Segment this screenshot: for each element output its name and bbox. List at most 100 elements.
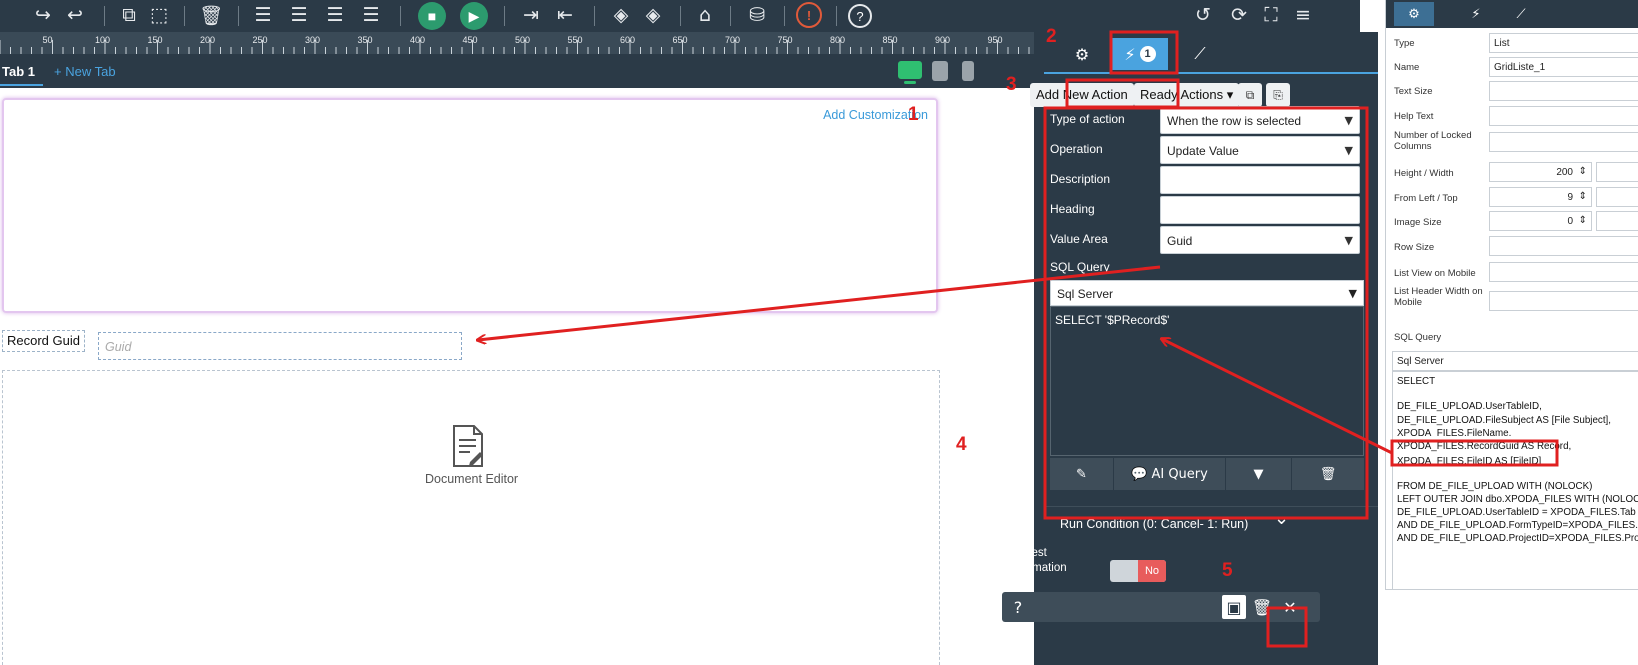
inset-list-view-mobile-label: List View on Mobile <box>1394 268 1476 279</box>
ready-actions-dropdown[interactable]: Ready Actions ▾ <box>1134 83 1240 107</box>
edit-pencil-icon[interactable]: ✎ <box>1050 458 1114 490</box>
chevron-down-icon[interactable]: ⌄ <box>1274 508 1289 529</box>
request-confirmation-toggle[interactable]: No <box>1110 560 1166 582</box>
inset-gear-icon: ⚙ <box>1394 2 1434 26</box>
actions-tab-lightning-icon[interactable]: ⚡ 1 <box>1112 38 1168 70</box>
inset-type-label: Type <box>1394 38 1415 49</box>
ruler-label: 700 <box>725 35 740 45</box>
heading-input[interactable] <box>1160 196 1360 224</box>
annotation-number-1: 1 <box>908 104 919 125</box>
ruler-label: 50 <box>43 35 53 45</box>
inset-sql-engine: Sql Server <box>1392 351 1638 371</box>
delete-query-icon[interactable]: 🗑 <box>1292 458 1364 490</box>
mobile-view-icon[interactable] <box>962 61 974 81</box>
copy-icon[interactable]: ⧉ <box>116 2 142 28</box>
paste-icon[interactable]: ⬚ <box>146 2 172 28</box>
tablet-view-icon[interactable] <box>932 61 948 81</box>
inset-sql-line: DE_FILE_UPLOAD.UserTableID, <box>1397 401 1542 412</box>
inset-image-size-label: Image Size <box>1394 217 1442 228</box>
operation-row: Operation Update Value <box>1046 136 1360 166</box>
sql-query-editor[interactable]: SELECT '$PRecord$' <box>1050 306 1364 456</box>
align-center-icon[interactable]: ☰ <box>286 2 312 28</box>
value-area-select[interactable]: Guid <box>1160 226 1360 254</box>
inset-image-size-value: 0 <box>1489 211 1592 231</box>
ruler-label: 750 <box>778 35 793 45</box>
inset-sql-line: AND DE_FILE_UPLOAD.ProjectID=XPODA_FILES… <box>1397 533 1638 544</box>
toolbar-separator <box>184 6 185 26</box>
menu-icon[interactable]: ≡ <box>1290 2 1316 28</box>
close-icon[interactable]: ✕ <box>1278 595 1302 619</box>
run-icon[interactable]: ▶ <box>460 2 488 30</box>
grid-list-component[interactable]: Add Customization <box>2 98 938 313</box>
description-row: Description <box>1046 166 1360 196</box>
design-canvas: Add Customization 1 Record Guid Guid Doc… <box>0 88 1040 665</box>
fullscreen-icon[interactable]: ⛶ <box>1258 2 1284 28</box>
inset-image-size-2-value <box>1596 211 1638 231</box>
style-tab-brush-icon[interactable]: ⟋ <box>1182 38 1218 70</box>
ruler-label: 850 <box>883 35 898 45</box>
move-right-icon[interactable]: ⇥ <box>518 2 544 28</box>
inset-sql-text: SELECT DE_FILE_UPLOAD.UserTableID, DE_FI… <box>1392 371 1638 589</box>
eraser-icon[interactable]: ⌂ <box>692 2 718 28</box>
ruler-label: 150 <box>148 35 163 45</box>
new-tab-link[interactable]: + New Tab <box>54 60 116 84</box>
toolbar-separator <box>680 6 681 26</box>
toolbar-separator <box>730 6 731 26</box>
help-icon[interactable]: ? <box>848 4 872 28</box>
filter-icon[interactable]: ▼ <box>1226 458 1292 490</box>
help-question-icon[interactable]: ? <box>1006 595 1030 619</box>
ai-query-button[interactable]: 💬 AI Query <box>1114 458 1226 490</box>
align-justify-icon[interactable]: ☰ <box>358 2 384 28</box>
horizontal-ruler: 50 100 150 200 250 300 350 400 450 500 550 600 650 70… <box>0 32 1040 54</box>
ruler-label: 100 <box>95 35 110 45</box>
type-of-action-select[interactable]: When the row is selected <box>1160 106 1360 134</box>
layers-down-icon[interactable]: ◈ <box>640 2 666 28</box>
paste-action-icon[interactable]: ⎘ <box>1266 83 1290 107</box>
redo-icon[interactable]: ↪ <box>30 2 56 28</box>
description-input[interactable] <box>1160 166 1360 194</box>
document-editor-component[interactable] <box>2 370 940 665</box>
save-icon[interactable]: ■ <box>418 2 446 30</box>
panel-tabs: ⚙ ⚡ 1 ⟋ <box>1044 32 1378 74</box>
delete-icon[interactable]: 🗑 <box>198 2 224 28</box>
align-right-icon[interactable]: ☰ <box>322 2 348 28</box>
refresh-icon[interactable]: ⟳ <box>1226 2 1252 28</box>
copy-action-icon[interactable]: ⧉ <box>1238 83 1262 107</box>
run-condition-section[interactable]: Run Condition (0: Cancel- 1: Run) <box>1044 506 1378 540</box>
action-bottom-bar: ? ▣ 🗑 ✕ <box>1002 592 1320 622</box>
desktop-view-icon[interactable] <box>898 61 922 79</box>
move-left-icon[interactable]: ⇤ <box>552 2 578 28</box>
toolbar-separator <box>784 6 785 26</box>
tab-1[interactable]: Tab 1 <box>0 60 43 86</box>
inset-locked-columns-label: Number of Locked Columns <box>1394 130 1472 152</box>
align-left-icon[interactable]: ☰ <box>250 2 276 28</box>
settings-tab-gear-icon[interactable]: ⚙ <box>1064 38 1100 70</box>
history-icon[interactable]: ↺ <box>1190 2 1216 28</box>
inset-name-label: Name <box>1394 62 1420 73</box>
inset-sql-line: AND DE_FILE_UPLOAD.FormTypeID=XPODA_FILE… <box>1397 520 1638 531</box>
ruler-label: 350 <box>358 35 373 45</box>
inset-help-text-value <box>1489 106 1638 126</box>
info-icon[interactable]: ! <box>796 2 822 28</box>
database-icon[interactable]: ⛁ <box>744 2 770 28</box>
inset-height-value: 200 <box>1489 162 1592 182</box>
inset-sql-query-label: SQL Query <box>1394 332 1442 343</box>
delete-action-icon[interactable]: 🗑 <box>1250 595 1274 619</box>
layers-up-icon[interactable]: ◈ <box>608 2 634 28</box>
undo-icon[interactable]: ↩ <box>62 2 88 28</box>
sql-toolbar: ✎ 💬 AI Query ▼ 🗑 <box>1050 458 1364 490</box>
sql-engine-select[interactable]: Sql Server <box>1050 280 1364 306</box>
save-action-icon[interactable]: ▣ <box>1222 595 1246 619</box>
toggle-no-label: No <box>1138 560 1166 582</box>
operation-select[interactable]: Update Value <box>1160 136 1360 164</box>
record-guid-input[interactable]: Guid <box>98 332 462 360</box>
add-new-action-button[interactable]: Add New Action <box>1030 83 1134 107</box>
toolbar-separator <box>594 6 595 26</box>
heading-label: Heading <box>1050 202 1095 216</box>
inset-sql-line: XPODA_FILES.FileID AS [FileID] <box>1397 456 1542 467</box>
toolbar-separator <box>400 6 401 26</box>
active-tab-underline <box>0 84 43 86</box>
inset-properties-screenshot: ⚙ ⚡ ⟋ Type List Name GridListe_1 Text Si… <box>1385 0 1638 590</box>
inset-help-text-label: Help Text <box>1394 111 1434 122</box>
inset-left-top-label: From Left / Top <box>1394 193 1458 204</box>
